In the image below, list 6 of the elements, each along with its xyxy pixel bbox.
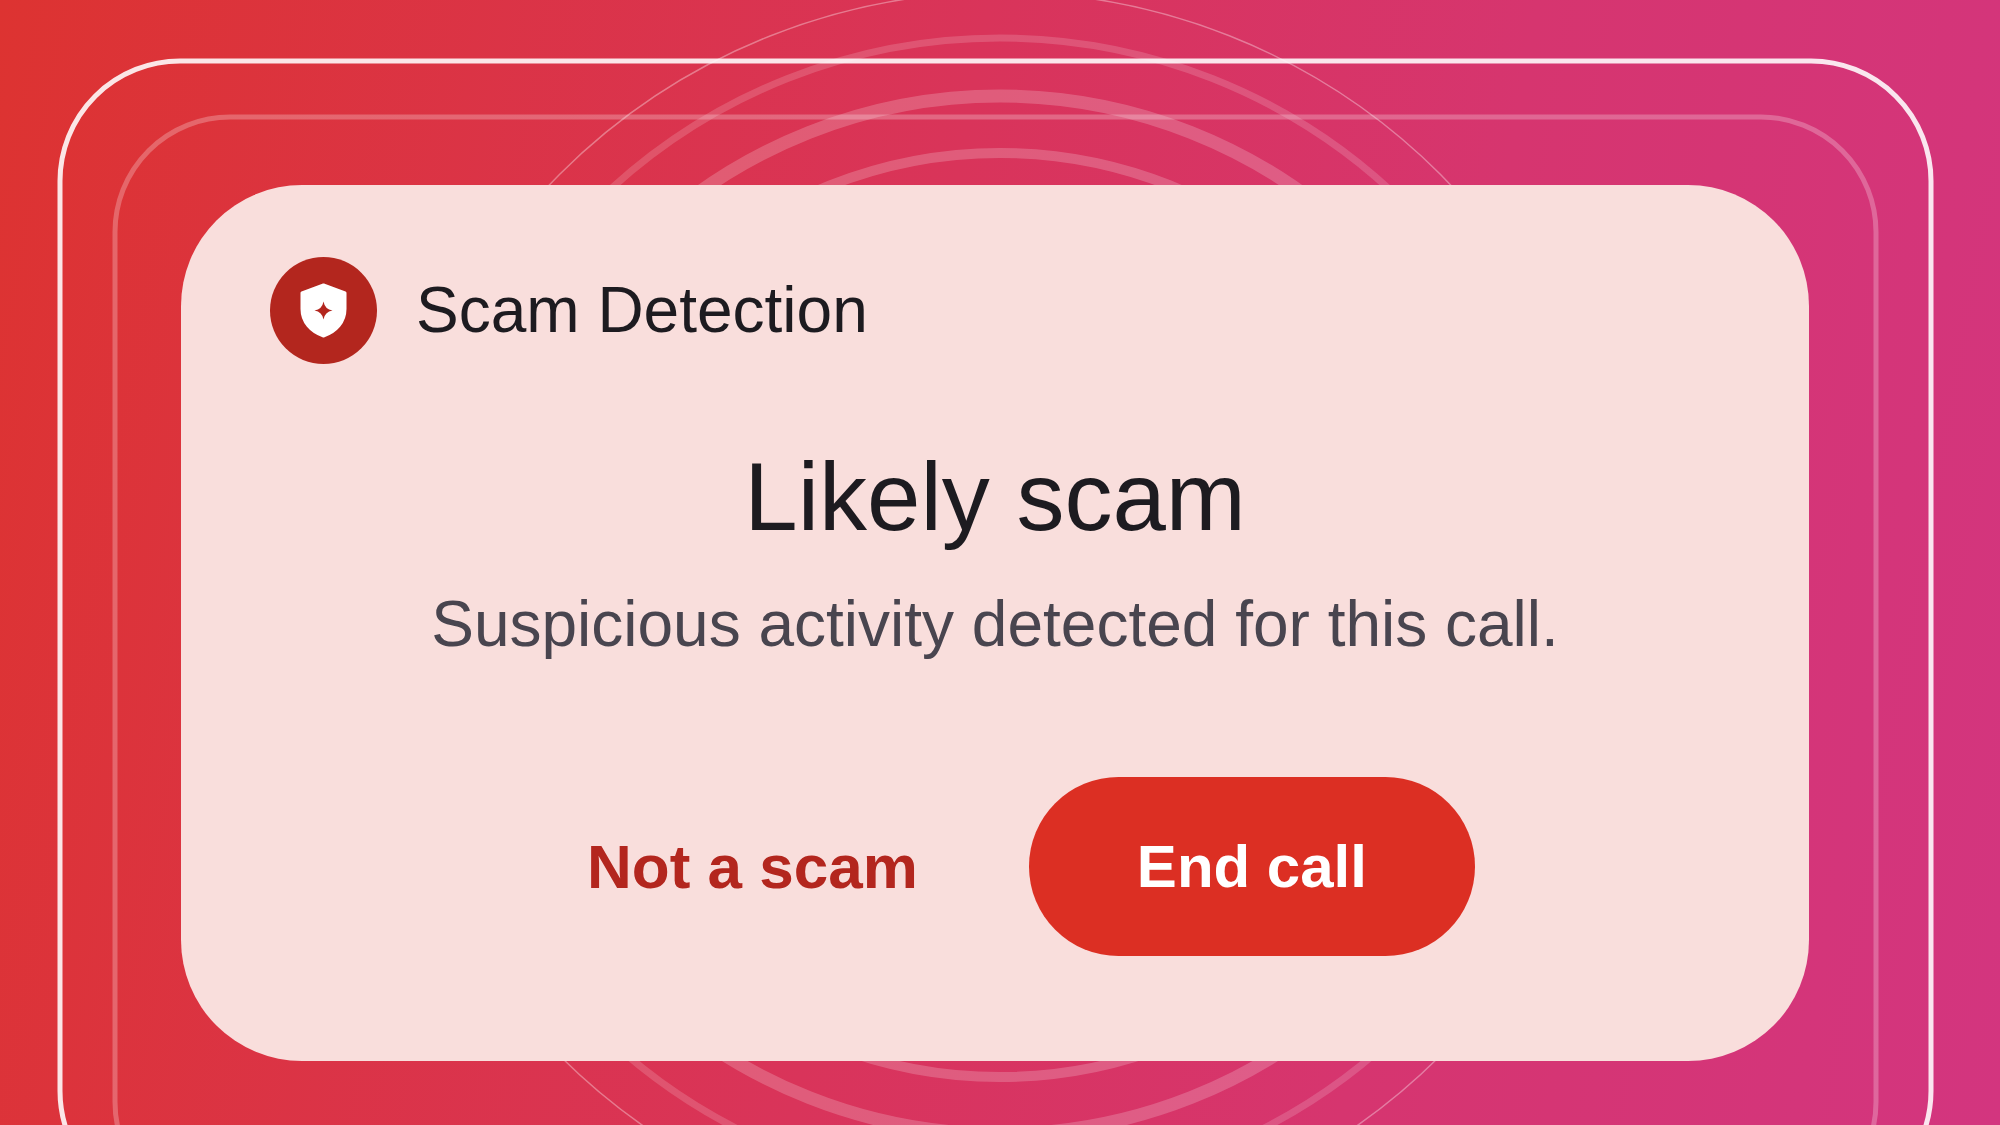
- primary-action-button[interactable]: End call: [1028, 777, 1475, 956]
- alert-message: Suspicious activity detected for this call.: [430, 588, 1560, 662]
- app-title: Scam Detection: [416, 273, 868, 348]
- secondary-action-button[interactable]: Not a scam: [559, 814, 946, 919]
- shield-icon: [270, 257, 377, 364]
- alert-title: Likely scam: [743, 442, 1247, 552]
